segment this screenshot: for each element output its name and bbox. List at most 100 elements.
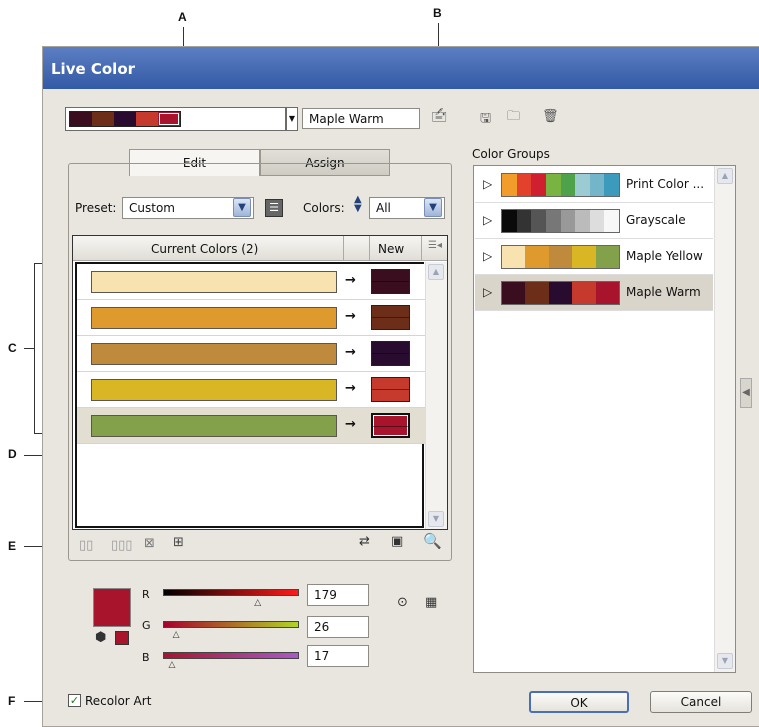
current-color-swatch[interactable] [91, 379, 337, 401]
find-color-icon[interactable]: 🔍 [423, 534, 442, 549]
groups-scroll-up-button[interactable]: ▲ [717, 168, 733, 184]
color-mode-swatch[interactable] [115, 631, 129, 645]
scroll-up-button[interactable]: ▲ [428, 264, 444, 280]
group-swatch[interactable] [531, 174, 546, 196]
current-color-swatch[interactable] [91, 415, 337, 437]
group-swatch[interactable] [516, 210, 532, 232]
group-swatch[interactable] [604, 174, 619, 196]
merge-colors-icon[interactable]: ▯▯ [79, 539, 93, 552]
group-swatch[interactable] [545, 210, 561, 232]
preset-options-icon[interactable]: ☰ [265, 199, 283, 217]
new-color-swatch[interactable] [371, 305, 410, 330]
group-swatch[interactable] [502, 282, 526, 304]
color-cube-icon[interactable]: ⬢ [95, 631, 106, 644]
slider-b-track[interactable] [163, 652, 299, 659]
active-swatch[interactable] [136, 112, 158, 126]
slider-r-track[interactable] [163, 589, 299, 596]
color-group-item[interactable]: ▷ Grayscale [475, 203, 713, 239]
group-swatch[interactable] [560, 210, 576, 232]
mapping-arrow-icon[interactable]: → [345, 273, 356, 288]
ok-button[interactable]: OK [529, 691, 629, 713]
group-swatch-strip[interactable] [501, 173, 620, 197]
mapping-arrow-icon[interactable]: → [345, 309, 356, 324]
new-color-swatch[interactable] [371, 413, 410, 438]
active-swatch[interactable] [158, 112, 180, 126]
slider-g-value[interactable]: 26 [307, 616, 369, 638]
group-swatch[interactable] [604, 210, 619, 232]
group-swatch[interactable] [525, 282, 549, 304]
expand-triangle-icon[interactable]: ▷ [483, 177, 492, 191]
table-scrollbar[interactable]: ▲ ▼ [425, 262, 447, 529]
table-row[interactable]: → [77, 300, 426, 336]
recolor-art-checkbox[interactable]: ✓ [68, 694, 81, 707]
slider-options-icon[interactable]: ⊙ [397, 596, 408, 609]
slider-b-value[interactable]: 17 [307, 645, 369, 667]
color-group-item[interactable]: ▷ Maple Yellow [475, 239, 713, 275]
preset-dropdown-button[interactable]: ▼ [233, 198, 251, 217]
slider-r-thumb[interactable]: △ [254, 598, 261, 608]
scroll-down-button[interactable]: ▼ [428, 511, 444, 527]
group-swatch[interactable] [560, 174, 576, 196]
table-menu-icon[interactable]: ☰◂ [428, 240, 442, 251]
mapping-arrow-icon[interactable]: → [345, 417, 356, 432]
group-swatch[interactable] [589, 210, 605, 232]
randomize-saturation-icon[interactable]: ▣ [391, 535, 403, 548]
group-swatch[interactable] [575, 174, 590, 196]
mapping-arrow-icon[interactable]: → [345, 345, 356, 360]
expand-triangle-icon[interactable]: ▷ [483, 285, 492, 299]
color-group-item[interactable]: ▷ Maple Warm [475, 275, 713, 311]
group-swatch[interactable] [595, 246, 620, 268]
colors-dropdown-button[interactable]: ▼ [424, 198, 442, 217]
separate-colors-icon[interactable]: ▯▯▯ [111, 539, 132, 552]
new-row-icon[interactable]: ⊞ [173, 536, 184, 549]
group-swatch[interactable] [589, 174, 605, 196]
exclude-colors-icon[interactable]: ⊠ [144, 537, 155, 550]
slider-g-track[interactable] [163, 621, 299, 628]
group-swatch[interactable] [516, 174, 532, 196]
new-color-swatch[interactable] [371, 341, 410, 366]
current-color-swatch[interactable] [91, 307, 337, 329]
group-swatch[interactable] [548, 246, 573, 268]
randomize-order-icon[interactable]: ⇄ [359, 535, 370, 548]
group-swatch[interactable] [525, 246, 549, 268]
current-color-swatch[interactable] [91, 271, 337, 293]
group-swatch[interactable] [502, 210, 517, 232]
expand-triangle-icon[interactable]: ▷ [483, 249, 492, 263]
new-group-folder-icon[interactable]: 🗀 [507, 110, 520, 123]
new-color-group-icon[interactable]: 🖆 [431, 110, 447, 124]
table-row[interactable]: → [77, 408, 426, 444]
color-library-icon[interactable]: ▦ [425, 596, 437, 609]
group-swatch[interactable] [502, 246, 526, 268]
group-swatch[interactable] [548, 282, 573, 304]
group-swatch-strip[interactable] [501, 209, 620, 233]
active-group-strip[interactable] [65, 107, 286, 131]
groups-scroll-down-button[interactable]: ▼ [717, 653, 733, 669]
color-group-item[interactable]: ▷ Print Color ... [475, 167, 713, 203]
group-swatch[interactable] [572, 282, 596, 304]
group-swatch[interactable] [572, 246, 596, 268]
new-color-swatch[interactable] [371, 377, 410, 402]
active-swatch[interactable] [70, 112, 92, 126]
group-name-field[interactable]: Maple Warm [302, 108, 420, 129]
group-swatch[interactable] [502, 174, 517, 196]
delete-group-icon[interactable]: 🗑 [542, 110, 559, 123]
current-color-swatch[interactable] [91, 343, 337, 365]
new-color-swatch[interactable] [371, 269, 410, 294]
collapse-panel-icon[interactable]: ◀ [740, 378, 752, 408]
group-swatch-strip[interactable] [501, 245, 620, 269]
group-swatch[interactable] [531, 210, 546, 232]
colors-stepper-icon[interactable]: ▲ ▼ [354, 195, 362, 214]
save-group-icon[interactable]: 🖫 [480, 112, 491, 125]
slider-g-thumb[interactable]: △ [173, 630, 180, 640]
active-group-dropdown-button[interactable]: ▼ [286, 107, 298, 131]
slider-r-value[interactable]: 179 [307, 584, 369, 606]
group-swatch[interactable] [575, 210, 590, 232]
cancel-button[interactable]: Cancel [650, 691, 752, 713]
groups-scrollbar[interactable]: ▲ ▼ [714, 166, 735, 672]
group-swatch-strip[interactable] [501, 281, 620, 305]
slider-b-thumb[interactable]: △ [169, 660, 176, 670]
active-swatch[interactable] [92, 112, 114, 126]
active-swatch[interactable] [114, 112, 136, 126]
group-swatch[interactable] [545, 174, 561, 196]
group-swatch[interactable] [595, 282, 620, 304]
